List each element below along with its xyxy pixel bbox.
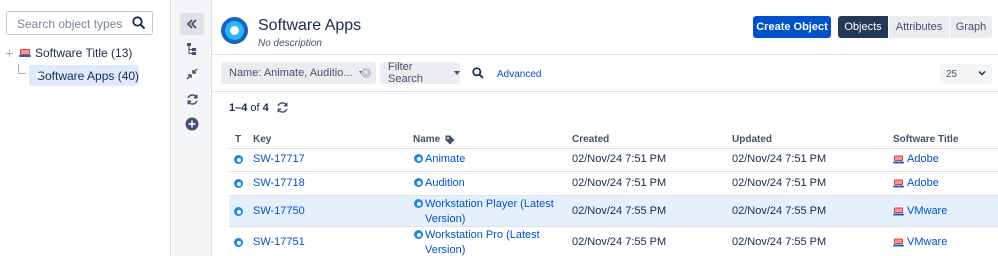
- filter-search-label: Filter Search: [388, 61, 423, 85]
- object-key-link[interactable]: SW-17751: [253, 236, 305, 248]
- updated-date: 02/Nov/24 7:55 PM: [732, 236, 827, 248]
- created-date: 02/Nov/24 7:51 PM: [572, 153, 667, 165]
- column-header-created[interactable]: Created: [572, 134, 609, 145]
- chevron-down-icon: [978, 70, 986, 76]
- created-date: 02/Nov/24 7:51 PM: [572, 177, 667, 189]
- object-name-link[interactable]: Animate: [414, 152, 465, 167]
- object-name-text: Workstation Pro (Latest Version): [425, 229, 540, 256]
- object-type-icon: [414, 154, 423, 163]
- tree-item-software-apps[interactable]: Software Apps (40): [29, 65, 139, 86]
- object-key-link[interactable]: SW-17718: [253, 177, 305, 189]
- add-object-type-button[interactable]: [180, 113, 204, 135]
- results-count: 1–4 of 4: [229, 102, 269, 114]
- refresh-tree-button[interactable]: [180, 88, 204, 110]
- object-type-icon: [234, 207, 243, 216]
- page-size-value: 25: [946, 68, 958, 80]
- collapse-panel-button[interactable]: [180, 13, 204, 35]
- tab-graph[interactable]: Graph: [950, 16, 992, 38]
- object-type-icon: [234, 238, 243, 247]
- object-key-link[interactable]: SW-17750: [253, 205, 305, 217]
- object-name-link[interactable]: Workstation Pro (Latest Version): [414, 228, 554, 256]
- software-title-text: VMware: [907, 236, 948, 248]
- results-range: 1–4: [229, 102, 248, 114]
- tree-connector: [18, 64, 26, 74]
- advanced-search-link[interactable]: Advanced: [497, 69, 541, 80]
- tree-expander-icon[interactable]: [4, 48, 15, 59]
- object-type-icon: [234, 155, 243, 164]
- updated-date: 02/Nov/24 7:55 PM: [732, 205, 827, 217]
- object-name-text: Animate: [425, 153, 466, 165]
- tree-item-software-title[interactable]: Software Title (13): [4, 43, 132, 63]
- column-header-name[interactable]: Name: [413, 134, 440, 145]
- tree-item-label: Software Title (13): [35, 46, 133, 60]
- filter-search-dropdown[interactable]: Filter Search: [380, 61, 460, 85]
- refresh-icon: [186, 93, 198, 105]
- page-title: Software Apps: [258, 17, 362, 34]
- search-icon[interactable]: [132, 16, 146, 30]
- software-title-link[interactable]: VMware: [893, 205, 947, 217]
- software-title-text: Adobe: [907, 153, 939, 165]
- hierarchy-view-button[interactable]: [180, 38, 204, 60]
- software-title-link[interactable]: Adobe: [893, 153, 939, 165]
- page-size-select[interactable]: 25: [940, 64, 992, 84]
- tree-toolstrip: [172, 0, 212, 256]
- table-row[interactable]: SW-17751 Workstation Pro (Latest Version…: [229, 226, 998, 256]
- software-title-icon: [893, 179, 904, 187]
- software-title-text: VMware: [907, 205, 948, 217]
- software-title-icon: [893, 207, 904, 215]
- name-filter-dropdown[interactable]: Name: Animate, Auditio... ×: [221, 62, 376, 84]
- object-type-icon: [414, 199, 423, 208]
- collapse-all-button[interactable]: [180, 63, 204, 85]
- software-title-icon: [19, 49, 31, 57]
- column-header-key[interactable]: Key: [253, 134, 271, 145]
- column-header-type[interactable]: T: [235, 134, 241, 145]
- tree-item-label: Software Apps (40): [37, 68, 140, 83]
- object-type-search-field[interactable]: Search object types: [6, 11, 153, 35]
- column-header-software-title[interactable]: Software Title: [893, 134, 958, 145]
- software-title-text: Adobe: [907, 177, 939, 189]
- tab-attributes[interactable]: Attributes: [889, 16, 949, 38]
- object-name-text: Audition: [425, 177, 465, 189]
- search-placeholder: Search object types: [17, 17, 123, 31]
- name-filter-label: Name: Animate, Auditio...: [229, 67, 353, 79]
- created-date: 02/Nov/24 7:55 PM: [572, 205, 667, 217]
- software-title-link[interactable]: Adobe: [893, 177, 939, 189]
- double-chevron-left-icon: [186, 19, 197, 29]
- created-date: 02/Nov/24 7:55 PM: [572, 236, 667, 248]
- tag-icon: [445, 135, 455, 145]
- results-of: of: [250, 102, 260, 114]
- search-icon[interactable]: [472, 67, 484, 79]
- updated-date: 02/Nov/24 7:51 PM: [732, 153, 827, 165]
- table-row[interactable]: SW-17717 Animate 02/Nov/24 7:51 PM 02/No…: [229, 148, 998, 171]
- chevron-down-icon: [454, 71, 460, 75]
- table-row[interactable]: SW-17718 Audition 02/Nov/24 7:51 PM 02/N…: [229, 171, 998, 195]
- software-title-link[interactable]: VMware: [893, 236, 947, 248]
- table-header: T Key Name Created Updated Software Titl…: [213, 134, 998, 148]
- updated-date: 02/Nov/24 7:51 PM: [732, 177, 827, 189]
- clear-filter-icon[interactable]: ×: [361, 68, 371, 78]
- collapse-arrows-icon: [186, 68, 198, 80]
- page-description: No description: [258, 38, 322, 49]
- column-header-updated[interactable]: Updated: [732, 134, 772, 145]
- object-type-icon: [234, 179, 243, 188]
- hierarchy-icon: [187, 43, 196, 55]
- object-type-tree-panel: Search object types Software Title (13) …: [0, 0, 171, 256]
- create-object-button[interactable]: Create Object: [753, 16, 831, 38]
- object-key-link[interactable]: SW-17717: [253, 153, 305, 165]
- tab-objects[interactable]: Objects: [838, 16, 888, 38]
- table-row[interactable]: SW-17750 Workstation Player (Latest Vers…: [229, 195, 998, 226]
- object-name-link[interactable]: Audition: [414, 176, 465, 191]
- object-name-text: Workstation Player (Latest Version): [425, 198, 554, 225]
- object-type-icon: [414, 230, 423, 239]
- plus-circle-icon: [185, 117, 199, 131]
- object-type-header: Software Apps No description Create Obje…: [213, 0, 998, 55]
- object-type-icon: [414, 178, 423, 187]
- software-title-icon: [893, 155, 904, 163]
- object-name-link[interactable]: Workstation Player (Latest Version): [414, 197, 564, 227]
- filter-bar: Name: Animate, Auditio... × Filter Searc…: [213, 55, 998, 92]
- software-title-icon: [893, 238, 904, 246]
- software-apps-logo-icon: [221, 17, 248, 44]
- refresh-results-icon[interactable]: [276, 101, 289, 114]
- results-total: 4: [262, 102, 269, 114]
